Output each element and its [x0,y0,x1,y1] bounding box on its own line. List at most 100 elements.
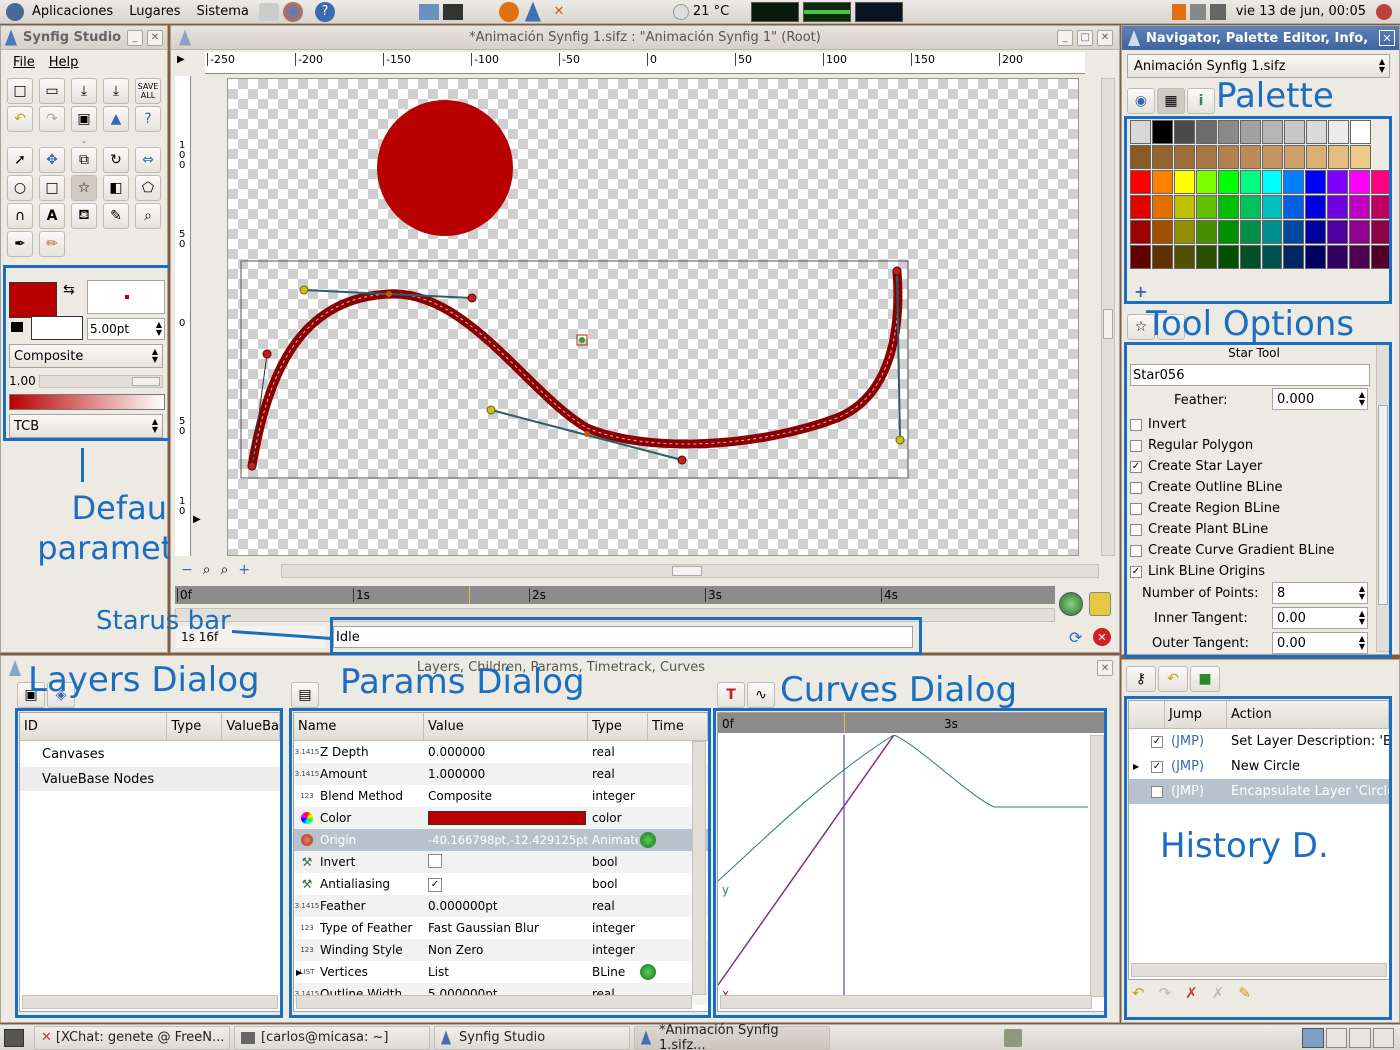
vlc-icon[interactable] [498,1,519,22]
canvas-hscroll[interactable] [281,564,1099,578]
canvas-menu-caret[interactable]: ▶ [177,54,185,65]
minimize-button[interactable]: _ [127,29,143,46]
terminal-icon[interactable] [442,3,463,20]
synfig-launcher-icon[interactable] [524,1,541,22]
canvas-titlebar[interactable]: *Animación Synfig 1.sifz : "Animación Sy… [171,26,1119,50]
tab-palette[interactable]: ▦ [1157,88,1185,114]
taskbar-terminal[interactable]: [carlos@micasa: ~] [234,1025,430,1050]
tab-library[interactable]: ■ [1190,666,1220,692]
trash-icon[interactable] [1004,1028,1022,1047]
transform-tool-icon[interactable]: ➚ [7,147,33,173]
navigator-close-button[interactable]: ✕ [1379,30,1395,46]
firefox-icon[interactable] [282,1,303,22]
show-desktop-icon[interactable] [4,1028,24,1047]
canvas-artwork[interactable] [227,78,1079,556]
sketch-tool-icon[interactable]: ✒ [7,231,33,257]
save-all-button[interactable]: SAVE ALL [135,78,161,104]
toolbox-titlebar[interactable]: Synfig Studio _ ✕ [1,26,167,50]
preview-button[interactable]: ▲ [103,106,129,132]
save-as-button[interactable]: ⤓ [103,78,129,104]
taskbar-animacion[interactable]: *Animación Synfig 1.sifz... [634,1023,830,1050]
palette-highlight [1124,116,1392,304]
tangent-handle [299,285,309,295]
eyedrop-tool-icon[interactable]: ✎ [103,203,129,229]
tab-history[interactable]: ↶ [1158,666,1188,692]
navigator-titlebar[interactable]: Navigator, Palette Editor, Info, ✕ [1122,26,1399,50]
folder-icon[interactable] [418,3,439,20]
animate-mode-button[interactable] [1059,592,1083,616]
zoom-fit-icon[interactable]: ⌕ [203,562,211,578]
open-file-button[interactable]: ▭ [39,78,65,104]
canvas-close-button[interactable]: ✕ [1097,29,1113,46]
lock-icon[interactable] [1089,592,1111,616]
red-circle-shape [377,100,513,236]
network-icon[interactable] [1189,3,1206,20]
draw-tool-icon[interactable]: ✏ [39,231,65,257]
tab-info[interactable]: i [1187,88,1215,114]
timeline-bar[interactable]: 0f 1s 2s 3s 4s [175,586,1055,604]
fill-tool-icon[interactable]: ⛾ [71,203,97,229]
menu-aplicaciones[interactable]: Aplicaciones [32,4,113,19]
new-file-button[interactable]: □ [7,78,33,104]
menu-file[interactable]: File [13,55,35,70]
rotate-tool-icon[interactable]: ↻ [103,147,129,173]
synfig-icon [5,29,17,46]
menu-lugares[interactable]: Lugares [129,4,180,19]
volume-icon[interactable] [1209,3,1226,20]
zoom-in-icon[interactable]: ⌕ [221,562,229,578]
stop-render-icon[interactable]: ✕ [1093,628,1111,646]
time-cursor[interactable] [469,586,470,604]
undo-button[interactable]: ↶ [7,106,33,132]
rectangle-tool-icon[interactable]: □ [39,175,65,201]
help-icon[interactable]: ? [314,1,335,22]
smooth-move-tool-icon[interactable]: ✥ [39,147,65,173]
spline-tool-icon[interactable]: ∩ [7,203,33,229]
scale-tool-icon[interactable]: ⧉ [71,147,97,173]
circle-tool-icon[interactable]: ○ [7,175,33,201]
timeline-tick-label: 3s [705,588,722,602]
tab-params[interactable]: ▤ [291,682,319,708]
tools-icon[interactable]: ✕ [549,2,569,22]
about-button[interactable]: ? [135,106,161,132]
canvas-minimize-button[interactable]: _ [1057,29,1073,46]
taskbar-synfig[interactable]: Synfig Studio [434,1025,630,1050]
navigator-title: Navigator, Palette Editor, Info, [1146,30,1369,46]
taskbar-label: Synfig Studio [459,1030,546,1045]
text-tool-icon[interactable]: A [39,203,65,229]
workspace-switcher[interactable] [1302,1027,1394,1048]
mail-icon[interactable] [258,2,279,21]
tab-curves[interactable]: ∿ [747,682,775,708]
redo-button[interactable]: ↷ [39,106,65,132]
canvas-vscroll[interactable] [1101,78,1115,556]
zoom-tool-icon[interactable]: ⌕ [135,203,161,229]
star-tool-icon[interactable]: ☆ [71,175,97,201]
vertical-ruler-label-3: 0 [179,160,186,171]
status-bar-highlight [330,617,922,655]
gnome-foot-icon[interactable] [6,2,24,21]
zoom-reset-icon[interactable]: + [238,562,250,578]
notification-icon[interactable] [1171,3,1186,20]
gradient-tool-icon[interactable]: ◧ [103,175,129,201]
render-button[interactable]: ▣ [71,106,97,132]
tab-keyframes[interactable]: ⚷ [1126,666,1156,692]
menu-help[interactable]: Help [49,55,79,70]
taskbar-xchat[interactable]: ✕ [XChat: genete @ FreeN... [34,1025,230,1050]
polygon-tool-icon[interactable]: ⬠ [135,175,161,201]
menu-sistema[interactable]: Sistema [197,4,249,19]
zoom-out-icon[interactable]: − [181,562,193,578]
mirror-tool-icon[interactable]: ⇔ [135,147,161,173]
close-button[interactable]: ✕ [147,29,163,46]
canvas-maximize-button[interactable]: □ [1077,29,1093,46]
dock-close-button[interactable]: ✕ [1097,660,1113,676]
top-panel: Aplicaciones Lugares Sistema ? ✕ 21 °C v… [0,0,1400,24]
curves-highlight [713,708,1107,1018]
clock[interactable]: vie 13 de jun, 00:05 [1236,4,1366,19]
save-button[interactable]: ⤓ [71,78,97,104]
toolbar-divider: ⌄ [80,136,88,145]
logout-icon[interactable] [1376,3,1392,20]
vertex-handle [892,266,902,276]
refresh-icon[interactable]: ⟳ [1069,628,1082,647]
document-select[interactable]: Animación Synfig 1.sifz ▲ ▼ [1127,54,1390,78]
tab-timetrack[interactable]: T [717,682,745,708]
tab-navigator[interactable]: ◉ [1127,88,1155,114]
